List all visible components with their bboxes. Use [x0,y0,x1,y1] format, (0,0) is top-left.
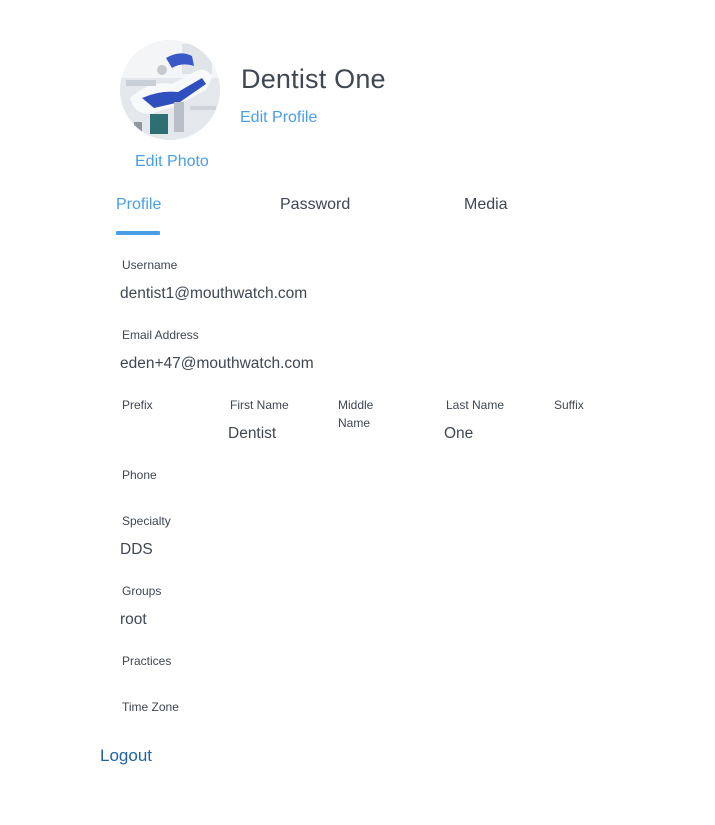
last-name-label: Last Name [446,398,505,412]
groups-value: root [120,611,147,628]
logout-link[interactable]: Logout [100,746,152,766]
phone-label: Phone [122,468,157,482]
email-label: Email Address [122,328,199,342]
active-tab-indicator [116,231,160,235]
dental-chair-photo [120,40,220,140]
user-name: Dentist One [241,64,386,94]
suffix-label: Suffix [554,398,584,412]
username-value: dentist1@mouthwatch.com [120,285,308,302]
email-value: eden+47@mouthwatch.com [120,355,314,372]
username-label: Username [122,258,178,272]
specialty-value: DDS [120,541,153,558]
practices-label: Practices [122,654,172,668]
middle-name-label: Middle Name [338,398,374,430]
groups-label: Groups [122,584,162,598]
time-zone-label: Time Zone [122,700,179,714]
avatar[interactable] [120,40,220,140]
tab-profile[interactable]: Profile [116,196,161,228]
profile-page: Dentist One Edit Profile Edit Photo Prof… [0,0,715,825]
last-name-value: One [444,425,474,442]
tab-media[interactable]: Media [464,196,508,228]
edit-photo-link[interactable]: Edit Photo [135,153,209,171]
first-name-value: Dentist [228,425,277,442]
edit-profile-link[interactable]: Edit Profile [240,109,317,127]
specialty-label: Specialty [122,514,171,528]
profile-tabs: Profile Password Media [116,196,596,238]
prefix-label: Prefix [122,398,153,412]
tab-password[interactable]: Password [280,196,350,228]
first-name-label: First Name [230,398,289,412]
